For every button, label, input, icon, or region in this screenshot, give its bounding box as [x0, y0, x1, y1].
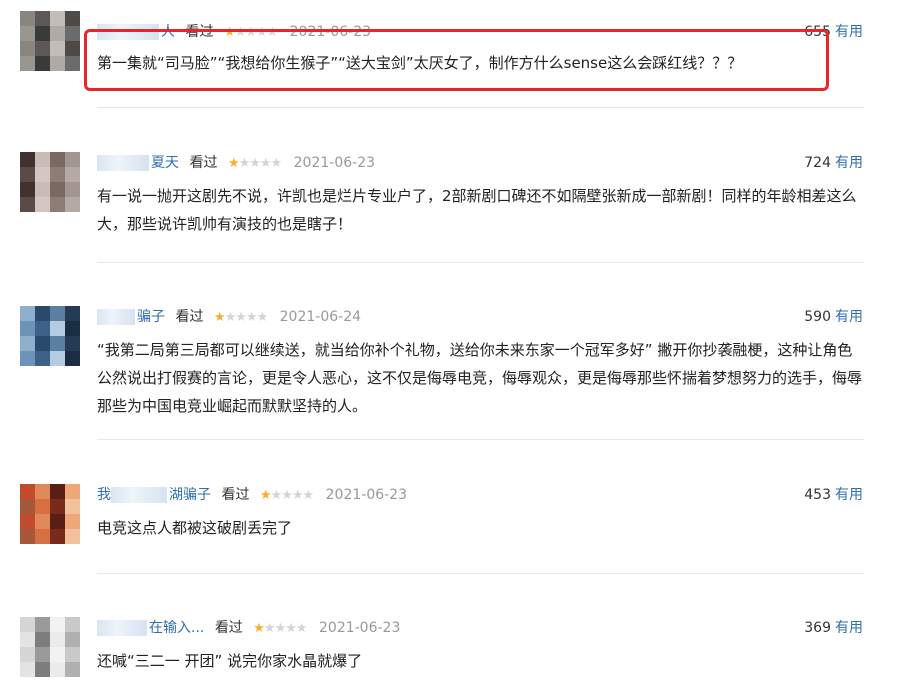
- rating-stars: ★★★★★: [213, 307, 269, 329]
- rating-stars: ★★★★★: [227, 153, 283, 175]
- review-meta: 骗子 看过 ★★★★★ 2021-06-24: [97, 306, 361, 328]
- star-empty-icon: ★: [270, 156, 283, 171]
- star-empty-icon: ★: [224, 310, 237, 325]
- useful-button[interactable]: 有用: [835, 155, 863, 171]
- useful-vote[interactable]: 453 有用: [804, 484, 863, 506]
- review-content: 电竞这点人都被这破剧丢完了: [97, 519, 293, 537]
- review-meta: 在输入... 看过 ★★★★★ 2021-06-23: [97, 617, 400, 639]
- star-empty-icon: ★: [249, 156, 261, 171]
- star-empty-icon: ★: [302, 488, 315, 503]
- star-empty-icon: ★: [291, 488, 304, 503]
- star-filled-icon: ★: [259, 488, 272, 503]
- avatar[interactable]: [20, 152, 80, 212]
- review-content: 还喊“三二一 开团” 说完你家水晶就爆了: [97, 652, 363, 670]
- star-empty-icon: ★: [270, 488, 283, 503]
- review-meta: 夏天 看过 ★★★★★ 2021-06-23: [97, 152, 375, 174]
- review-content: 有一说一抛开这剧先不说，许凯也是烂片专业户了，2部新剧口碑还不如隔壁张新成一部新…: [97, 187, 857, 233]
- username-prefix[interactable]: 我: [97, 487, 111, 503]
- review-date: 2021-06-24: [279, 309, 362, 325]
- avatar[interactable]: [20, 484, 80, 544]
- watched-label: 看过: [221, 487, 250, 503]
- star-filled-icon: ★: [213, 310, 226, 325]
- star-empty-icon: ★: [256, 310, 269, 325]
- useful-count: 724: [804, 155, 831, 171]
- avatar[interactable]: [20, 306, 80, 366]
- watched-label: 看过: [175, 309, 204, 325]
- watched-label: 看过: [214, 620, 243, 636]
- rating-stars: ★★★★★: [253, 618, 308, 640]
- divider: [97, 107, 864, 108]
- star-empty-icon: ★: [235, 310, 247, 325]
- watched-label: 看过: [189, 155, 218, 171]
- review-date: 2021-06-23: [325, 487, 408, 503]
- star-empty-icon: ★: [259, 156, 272, 171]
- useful-button[interactable]: 有用: [835, 620, 863, 636]
- divider: [97, 573, 864, 574]
- star-empty-icon: ★: [285, 621, 297, 636]
- avatar[interactable]: [20, 11, 80, 71]
- avatar[interactable]: [20, 617, 80, 677]
- useful-vote[interactable]: 724 有用: [804, 152, 863, 174]
- review-meta: 我湖骗子 看过 ★★★★★ 2021-06-23: [97, 484, 407, 506]
- useful-count: 590: [804, 309, 831, 325]
- star-empty-icon: ★: [238, 156, 251, 171]
- rating-stars: ★★★★★: [259, 485, 315, 507]
- star-filled-icon: ★: [253, 621, 265, 636]
- star-filled-icon: ★: [227, 156, 240, 171]
- useful-count: 453: [804, 487, 831, 503]
- star-empty-icon: ★: [274, 621, 287, 636]
- review-content: “我第二局第三局都可以继续送，就当给你补个礼物，送给你未来东家一个冠军多好” 撇…: [97, 341, 863, 415]
- useful-button[interactable]: 有用: [835, 487, 863, 503]
- star-empty-icon: ★: [281, 488, 293, 503]
- useful-button[interactable]: 有用: [835, 309, 863, 325]
- star-empty-icon: ★: [245, 310, 258, 325]
- highlight-box: [84, 29, 829, 91]
- star-empty-icon: ★: [263, 621, 276, 636]
- star-empty-icon: ★: [295, 621, 308, 636]
- useful-count: 369: [804, 620, 831, 636]
- username-link[interactable]: 在输入...: [149, 620, 204, 636]
- divider: [97, 439, 864, 440]
- username-blur: [97, 620, 147, 636]
- username-blur: [97, 155, 149, 171]
- useful-vote[interactable]: 590 有用: [804, 306, 863, 328]
- review-date: 2021-06-23: [319, 620, 401, 636]
- username-link[interactable]: 骗子: [137, 309, 165, 325]
- divider: [97, 262, 864, 263]
- useful-vote[interactable]: 369 有用: [804, 617, 863, 639]
- review-date: 2021-06-23: [293, 155, 376, 171]
- username-link[interactable]: 湖骗子: [169, 487, 211, 503]
- username-blur: [97, 309, 135, 325]
- username-link[interactable]: 夏天: [151, 155, 179, 171]
- useful-button[interactable]: 有用: [835, 24, 863, 40]
- username-blur: [111, 487, 167, 503]
